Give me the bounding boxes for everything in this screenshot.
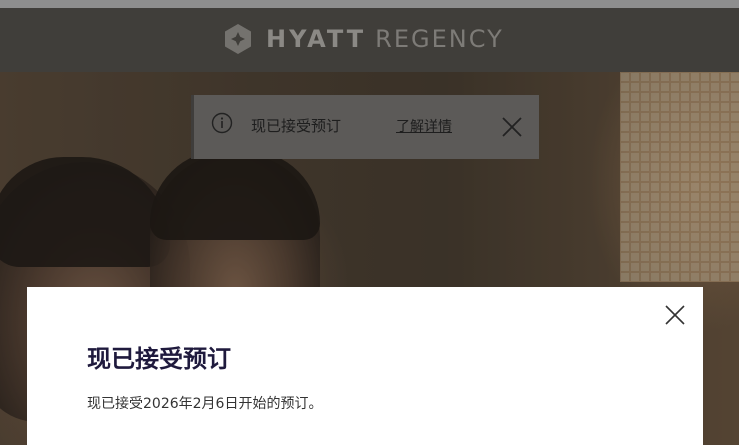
page: HYATT REGENCY 现已接受预订 了解详情 现已接受预订 现已接受202… <box>0 0 739 445</box>
brand-name-primary: HYATT <box>266 25 367 53</box>
booking-notice-banner: 现已接受预订 了解详情 <box>191 95 539 159</box>
hyatt-regency-diamond-logo-icon <box>225 24 251 54</box>
modal-body-text: 现已接受2026年2月6日开始的预订。 <box>87 396 323 412</box>
close-icon[interactable] <box>500 115 524 139</box>
notice-text: 现已接受预订 <box>251 117 342 135</box>
learn-more-link[interactable]: 了解详情 <box>396 116 452 136</box>
modal-title: 现已接受预订 <box>87 345 231 373</box>
info-circle-icon <box>211 112 233 134</box>
browser-top-strip <box>0 0 739 8</box>
brand-logo[interactable]: HYATT REGENCY <box>222 20 504 58</box>
close-icon[interactable] <box>663 303 687 327</box>
site-header: HYATT REGENCY <box>0 8 739 72</box>
booking-modal: 现已接受预订 现已接受2026年2月6日开始的预订。 <box>27 287 703 445</box>
brand-name-secondary: REGENCY <box>375 25 504 53</box>
